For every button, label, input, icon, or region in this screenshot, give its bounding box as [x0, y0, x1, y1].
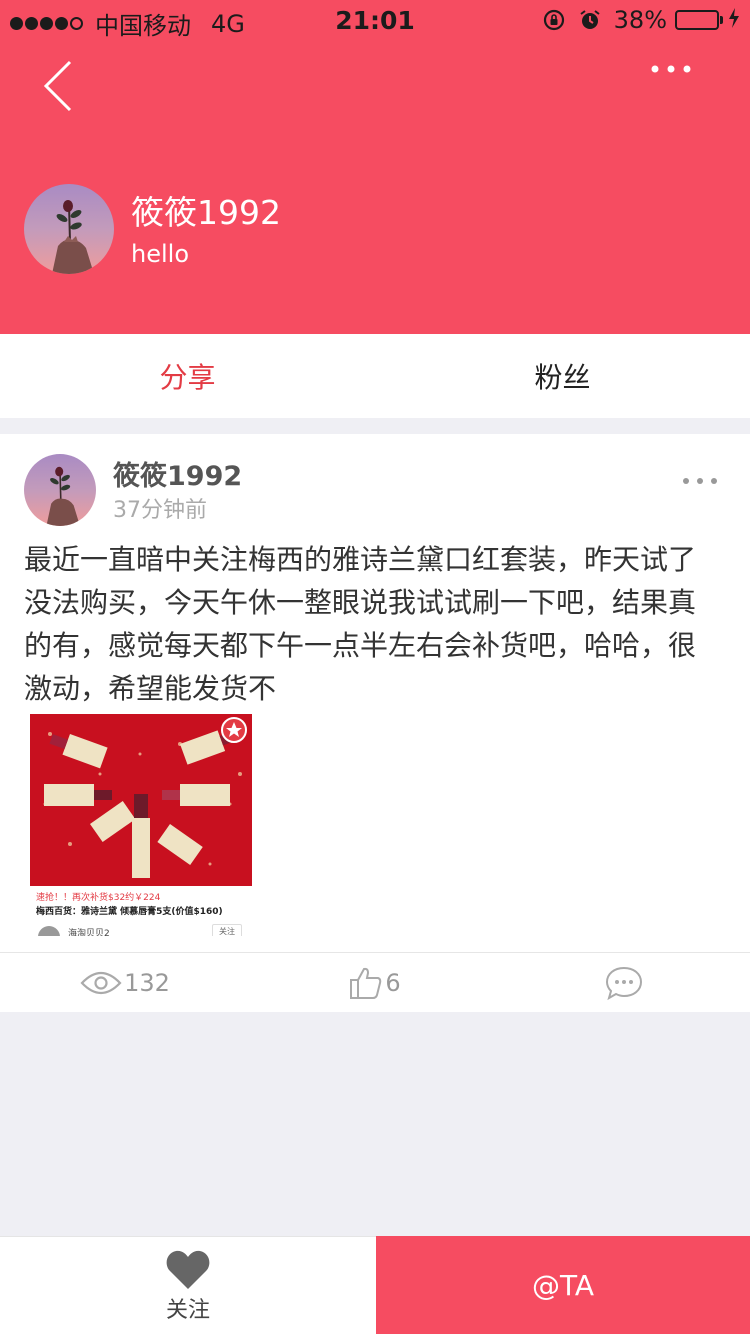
tab-fans[interactable]: 粉丝: [375, 334, 750, 418]
post-card: 筱筱1992 37分钟前 最近一直暗中关注梅西的雅诗兰黛口红套装，昨天试了没法购…: [0, 434, 750, 1012]
post-body-text: 最近一直暗中关注梅西的雅诗兰黛口红套装，昨天试了没法购买，今天午休一整眼说我试试…: [24, 543, 697, 705]
image-follow-tag: 关注: [212, 924, 242, 936]
post-author-avatar[interactable]: [24, 454, 96, 526]
mention-button[interactable]: @TA: [376, 1236, 750, 1334]
thumbs-up-icon: [350, 967, 382, 999]
lipstick-product-photo: [30, 714, 252, 886]
image-user-avatar: [38, 926, 60, 936]
post-image[interactable]: 速抢！！再次补货$32约￥224 梅西百货：雅诗兰黛 倾慕唇膏5支(价值$160…: [30, 714, 252, 936]
rotation-lock-icon: [542, 8, 566, 32]
post-actions: 132 6: [0, 953, 750, 1012]
profile-tabs: 分享 粉丝: [0, 334, 750, 418]
image-user-name: 海淘贝贝2: [68, 929, 110, 936]
views-count: 132: [124, 968, 170, 997]
profile-bio: hello: [131, 240, 189, 268]
charging-icon: [728, 6, 740, 34]
follow-button[interactable]: 关注: [0, 1236, 376, 1334]
profile-name: 筱筱1992: [131, 193, 281, 232]
status-right: 38%: [530, 6, 740, 34]
alarm-icon: [578, 8, 602, 32]
bottom-action-bar: 关注 @TA: [0, 1236, 750, 1334]
image-title-caption: 梅西百货：雅诗兰黛 倾慕唇膏5支(价值$160): [36, 907, 223, 917]
follow-label: 关注: [165, 1297, 210, 1323]
profile-avatar[interactable]: [24, 184, 114, 274]
chevron-left-icon: [43, 60, 72, 112]
post-more-button[interactable]: [680, 472, 720, 484]
comment-bubble-icon: [605, 966, 643, 1000]
rose-hand-illustration: [52, 200, 94, 274]
profile-header: 中国移动 4G 21:01 38% 筱筱1992 hello: [0, 0, 750, 334]
more-dots-icon: [651, 65, 691, 73]
more-dots-icon: [683, 478, 717, 484]
eye-icon: [80, 971, 122, 994]
battery-icon: [675, 10, 723, 30]
status-bar: 中国移动 4G 21:01 38%: [0, 0, 750, 40]
tab-share[interactable]: 分享: [0, 334, 375, 418]
post-author-name[interactable]: 筱筱1992: [113, 454, 242, 493]
post-timestamp: 37分钟前: [113, 498, 207, 523]
comment-button[interactable]: [500, 953, 750, 1012]
views-counter[interactable]: 132: [0, 953, 250, 1012]
heart-icon: [166, 1250, 210, 1289]
like-button[interactable]: 6: [250, 953, 500, 1012]
image-promo-caption: 速抢！！再次补货$32约￥224: [36, 893, 161, 903]
more-options-button[interactable]: [648, 58, 698, 82]
rose-hand-illustration: [46, 466, 80, 526]
likes-count: 6: [385, 968, 401, 997]
back-button[interactable]: [40, 58, 80, 114]
battery-percent: 38%: [613, 6, 667, 34]
